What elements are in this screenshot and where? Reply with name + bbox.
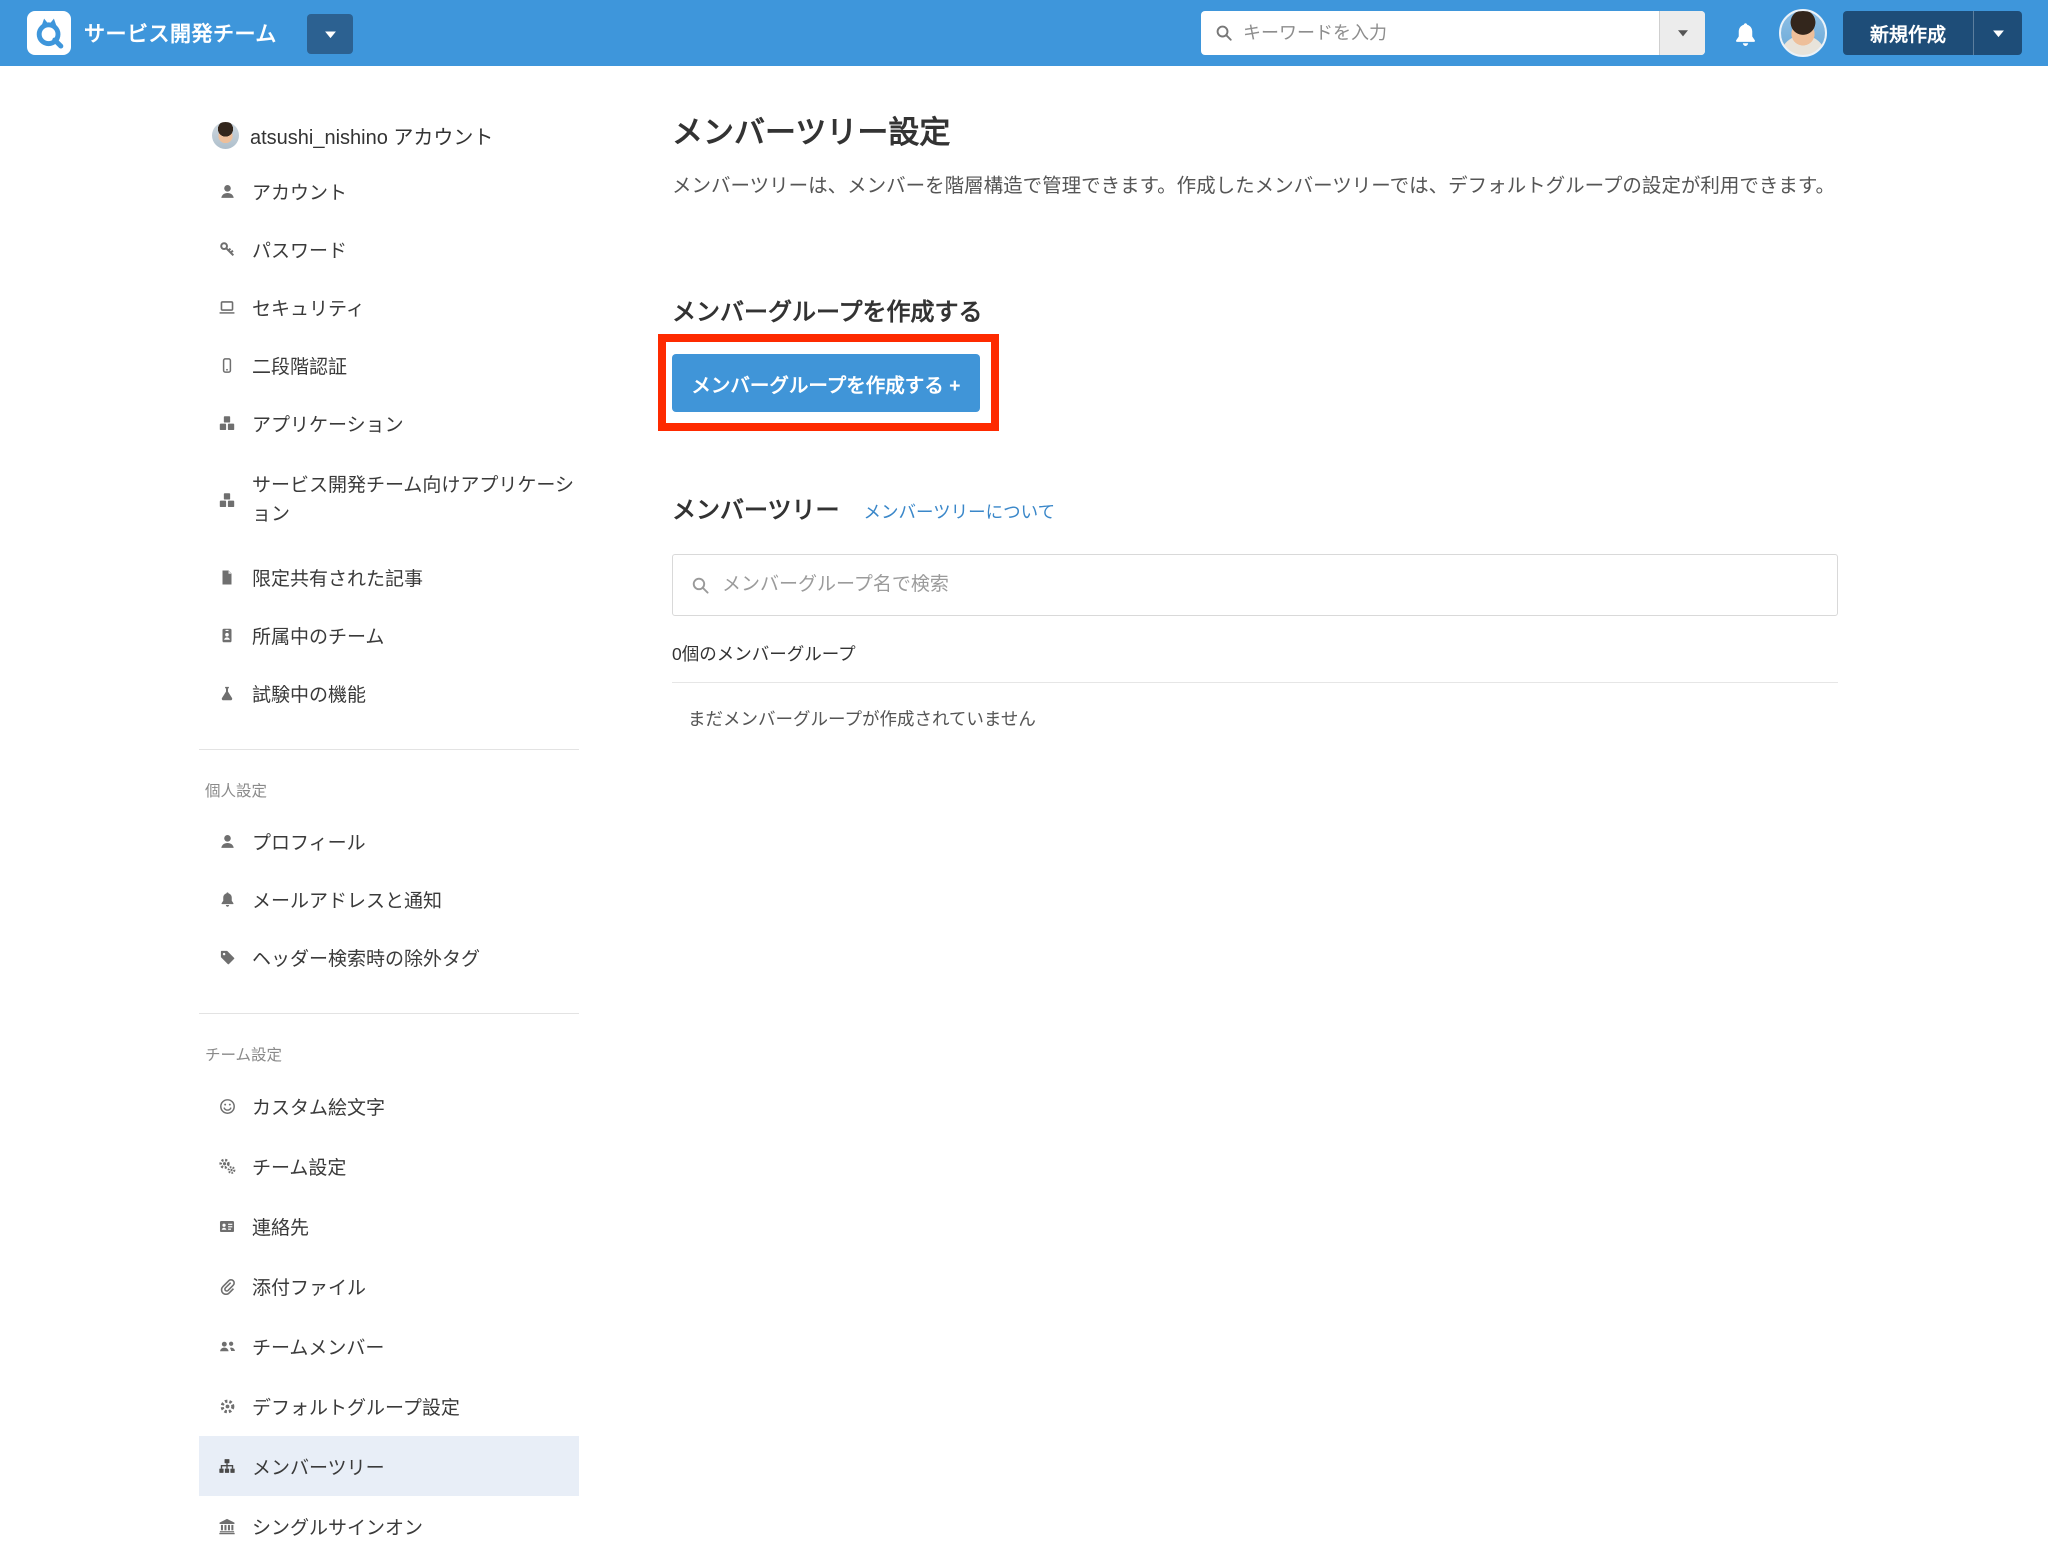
sidebar-item-password[interactable]: パスワード <box>199 220 579 278</box>
tag-icon <box>214 949 240 966</box>
sidebar-item-security[interactable]: セキュリティ <box>199 278 579 336</box>
sidebar-item-shared-articles[interactable]: 限定共有された記事 <box>199 548 579 606</box>
flask-icon <box>214 685 240 702</box>
page-title: メンバーツリー設定 <box>672 112 950 154</box>
group-search-input[interactable] <box>710 555 1837 615</box>
paperclip-icon <box>214 1278 240 1295</box>
avatar <box>212 122 239 149</box>
search-icon <box>1215 24 1233 42</box>
empty-state-text: まだメンバーグループが作成されていません <box>688 706 1036 731</box>
divider <box>672 682 1838 683</box>
user-icon <box>214 183 240 200</box>
user-icon <box>214 833 240 850</box>
sidebar-item-account[interactable]: アカウント <box>199 162 579 220</box>
group-search-box <box>672 554 1838 616</box>
bell-icon <box>214 891 240 908</box>
member-tree-heading: メンバーツリー <box>672 490 840 525</box>
users-icon <box>214 1338 240 1355</box>
app-header: サービス開発チーム 新規作成 <box>0 0 2048 66</box>
key-icon <box>214 241 240 258</box>
sidebar-item-email-notifications[interactable]: メールアドレスと通知 <box>199 870 579 928</box>
app-screen: サービス開発チーム 新規作成 <box>0 0 2048 1563</box>
sidebar-section-team: チーム設定 <box>199 1032 579 1076</box>
sidebar-section-personal: 個人設定 <box>199 768 579 812</box>
account-header: atsushi_nishino アカウント <box>199 108 579 162</box>
sidebar-item-two-factor[interactable]: 二段階認証 <box>199 336 579 394</box>
caret-down-icon <box>1677 29 1689 37</box>
sidebar-item-attachments[interactable]: 添付ファイル <box>199 1256 579 1316</box>
create-member-group-button[interactable]: メンバーグループを作成する + <box>672 354 980 412</box>
sidebar-divider <box>199 749 579 750</box>
sidebar-item-team-settings[interactable]: チーム設定 <box>199 1136 579 1196</box>
team-switcher-button[interactable] <box>307 14 353 54</box>
new-post-button[interactable]: 新規作成 <box>1843 11 1973 55</box>
qiita-team-logo-icon[interactable] <box>27 11 71 55</box>
sidebar-item-applications[interactable]: アプリケーション <box>199 394 579 452</box>
cubes-icon <box>214 491 240 509</box>
notifications-bell-icon[interactable] <box>1727 16 1763 52</box>
sidebar-item-experimental-features[interactable]: 試験中の機能 <box>199 664 579 722</box>
cogs-icon <box>214 1157 240 1175</box>
sidebar-item-profile[interactable]: プロフィール <box>199 812 579 870</box>
team-name[interactable]: サービス開発チーム <box>84 0 277 66</box>
search-scope-dropdown[interactable] <box>1659 11 1705 55</box>
sidebar-item-team-applications[interactable]: サービス開発チーム向けアプリケーション <box>199 452 579 548</box>
smile-icon <box>214 1098 240 1115</box>
laptop-icon <box>214 299 240 316</box>
sidebar-item-teams[interactable]: 所属中のチーム <box>199 606 579 664</box>
page-description: メンバーツリーは、メンバーを階層構造で管理できます。作成したメンバーツリーでは、… <box>672 171 1838 202</box>
mobile-icon <box>214 357 240 374</box>
university-icon <box>214 1518 240 1535</box>
sidebar-item-contacts[interactable]: 連絡先 <box>199 1196 579 1256</box>
sitemap-icon <box>214 1458 240 1475</box>
address-card-icon <box>214 1218 240 1235</box>
settings-sidebar: atsushi_nishino アカウント アカウント パスワード セキュリティ… <box>199 66 579 1556</box>
cog-icon <box>214 1398 240 1415</box>
create-group-heading: メンバーグループを作成する <box>672 292 983 327</box>
user-avatar[interactable] <box>1779 9 1827 57</box>
header-search-box <box>1201 11 1705 55</box>
sidebar-item-default-group-settings[interactable]: デフォルトグループ設定 <box>199 1376 579 1436</box>
about-member-tree-link[interactable]: メンバーツリーについて <box>864 499 1056 524</box>
id-badge-icon <box>214 627 240 644</box>
member-tree-section-header: メンバーツリー メンバーツリーについて <box>672 490 1055 525</box>
sidebar-divider <box>199 1013 579 1014</box>
account-header-label: atsushi_nishino アカウント <box>250 121 493 150</box>
cubes-icon <box>214 414 240 432</box>
new-post-dropdown[interactable] <box>1973 11 2022 55</box>
sidebar-item-member-tree[interactable]: メンバーツリー <box>199 1436 579 1496</box>
main-content: メンバーツリー設定 メンバーツリーは、メンバーを階層構造で管理できます。作成した… <box>672 66 1838 1563</box>
caret-down-icon <box>324 30 337 39</box>
caret-down-icon <box>1992 29 2005 38</box>
file-icon <box>214 569 240 586</box>
sidebar-item-team-members[interactable]: チームメンバー <box>199 1316 579 1376</box>
group-count-text: 0個のメンバーグループ <box>672 641 856 666</box>
search-icon <box>691 576 710 595</box>
sidebar-item-custom-emoji[interactable]: カスタム絵文字 <box>199 1076 579 1136</box>
sidebar-item-single-sign-on[interactable]: シングルサインオン <box>199 1496 579 1556</box>
sidebar-item-excluded-tags[interactable]: ヘッダー検索時の除外タグ <box>199 928 579 986</box>
header-search-input[interactable] <box>1233 11 1659 55</box>
